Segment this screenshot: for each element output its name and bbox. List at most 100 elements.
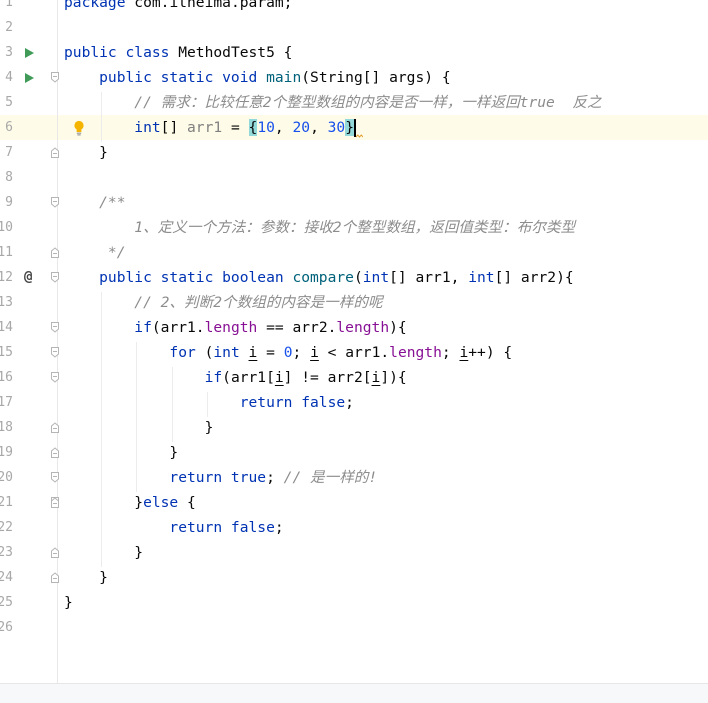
- code-line[interactable]: // 2、判断2个数组的内容是一样的呢: [64, 290, 708, 315]
- code-token: =: [222, 119, 249, 136]
- code-token: ;: [274, 519, 284, 536]
- line-number: 24: [0, 570, 13, 585]
- code-token: {: [178, 494, 196, 511]
- code-token: [] arr1,: [389, 269, 469, 286]
- code-token: int: [362, 269, 390, 286]
- code-token: ){: [389, 319, 407, 336]
- warning-squiggle: [356, 134, 364, 138]
- code-line[interactable]: for (int i = 0; i < arr1.length; i++) {: [64, 340, 708, 365]
- code-line[interactable]: [64, 615, 708, 640]
- code-line[interactable]: if(arr1.length == arr2.length){: [64, 315, 708, 340]
- code-token: i: [274, 369, 284, 386]
- code-token: main: [266, 69, 302, 86]
- code-editor[interactable]: 1 2 3 4 5 6 7 8 9 10 11 12 13 14 15 16 17 18 19 20 21 22 23 24 2…: [0, 0, 708, 683]
- code-line[interactable]: if(arr1[i] != arr2[i]){: [64, 365, 708, 390]
- line-number: 15: [0, 345, 13, 360]
- implements-marker-icon[interactable]: @: [24, 265, 42, 290]
- line-number: 21: [0, 495, 13, 510]
- line-number: 9: [5, 195, 13, 210]
- line-number: 22: [0, 520, 13, 535]
- code-token: int: [213, 344, 240, 361]
- line-number: 17: [0, 395, 13, 410]
- code-token: if: [64, 369, 223, 386]
- code-token: length: [204, 319, 258, 336]
- line-number: 16: [0, 370, 13, 385]
- code-line[interactable]: int[] arr1 = {10, 20, 30}: [64, 115, 708, 140]
- code-line[interactable]: }: [64, 440, 708, 465]
- code-token: ,: [274, 119, 293, 136]
- code-line[interactable]: }else {: [64, 490, 708, 515]
- code-token: ] != arr2[: [283, 369, 372, 386]
- line-number: 7: [5, 145, 13, 160]
- code-line[interactable]: /**: [64, 190, 708, 215]
- code-token: (: [195, 344, 214, 361]
- code-token: */: [64, 244, 126, 261]
- code-token: (arr1[: [222, 369, 275, 386]
- line-number: 6: [5, 120, 13, 135]
- matched-brace: {: [248, 119, 258, 136]
- code-token: 20: [292, 119, 311, 136]
- run-icon[interactable]: [25, 65, 37, 90]
- line-number: 4: [5, 70, 13, 85]
- code-line[interactable]: [64, 15, 708, 40]
- code-line[interactable]: }: [64, 540, 708, 565]
- code-line[interactable]: */: [64, 240, 708, 265]
- line-number: 19: [0, 445, 13, 460]
- line-number: 3: [5, 45, 13, 60]
- code-line[interactable]: return false;: [64, 390, 708, 415]
- code-token: 10: [257, 119, 275, 136]
- line-number: 26: [0, 620, 13, 635]
- code-line[interactable]: package com.itheima.param;: [64, 0, 708, 15]
- code-token: return false: [64, 519, 275, 536]
- code-line[interactable]: 1、定义一个方法：参数：接收2个整型数组，返回值类型：布尔类型: [64, 215, 708, 240]
- code-token: if: [64, 319, 152, 336]
- code-line[interactable]: public static void main(String[] args) {: [64, 65, 708, 90]
- code-token: ;: [292, 344, 311, 361]
- code-line[interactable]: [64, 165, 708, 190]
- code-token: for: [64, 344, 196, 361]
- code-token: public class: [64, 44, 170, 61]
- line-number: 8: [5, 170, 13, 185]
- code-line[interactable]: return true; // 是一样的!: [64, 465, 708, 490]
- code-token: public static boolean: [64, 269, 284, 286]
- editor-gutter[interactable]: 1 2 3 4 5 6 7 8 9 10 11 12 13 14 15 16 17 18 19 20 21 22 23 24 2…: [0, 0, 59, 683]
- line-number: 14: [0, 320, 13, 335]
- line-number: 10: [0, 220, 13, 235]
- code-line[interactable]: }: [64, 415, 708, 440]
- code-token: return true: [64, 469, 267, 486]
- code-token: ;: [266, 469, 284, 486]
- code-token: public static void: [64, 69, 258, 86]
- line-number: 18: [0, 420, 13, 435]
- code-token: ;: [441, 344, 460, 361]
- code-token: []: [160, 119, 188, 136]
- code-line[interactable]: return false;: [64, 515, 708, 540]
- code-token: package: [64, 0, 126, 11]
- code-token: (arr1.: [151, 319, 205, 336]
- code-area[interactable]: package com.itheima.param; public class M…: [58, 0, 708, 683]
- code-line[interactable]: }: [64, 565, 708, 590]
- code-line[interactable]: }: [64, 590, 708, 615]
- code-token: ]){: [380, 369, 407, 386]
- code-token: }: [64, 544, 144, 561]
- code-token: ;: [345, 394, 354, 411]
- code-token: < arr1.: [318, 344, 390, 361]
- code-line[interactable]: // 需求：比较任意2个整型数组的内容是否一样，一样返回true 反之: [64, 90, 708, 115]
- code-line[interactable]: }: [64, 140, 708, 165]
- run-icon[interactable]: [25, 40, 37, 65]
- code-token: compare: [292, 269, 354, 286]
- code-token: i: [248, 344, 258, 361]
- code-token: arr1: [187, 119, 223, 136]
- code-token: == arr2.: [257, 319, 337, 336]
- line-number: 11: [0, 245, 13, 260]
- code-token: length: [389, 344, 442, 361]
- code-line[interactable]: public static boolean compare(int[] arr1…: [64, 265, 708, 290]
- code-token: i: [310, 344, 319, 361]
- intention-bulb-icon[interactable]: [72, 115, 86, 140]
- code-token: ,: [310, 119, 328, 136]
- code-token: }: [64, 444, 179, 461]
- code-token: }: [64, 419, 214, 436]
- line-number: 25: [0, 595, 13, 610]
- code-line[interactable]: public class MethodTest5 {: [64, 40, 708, 65]
